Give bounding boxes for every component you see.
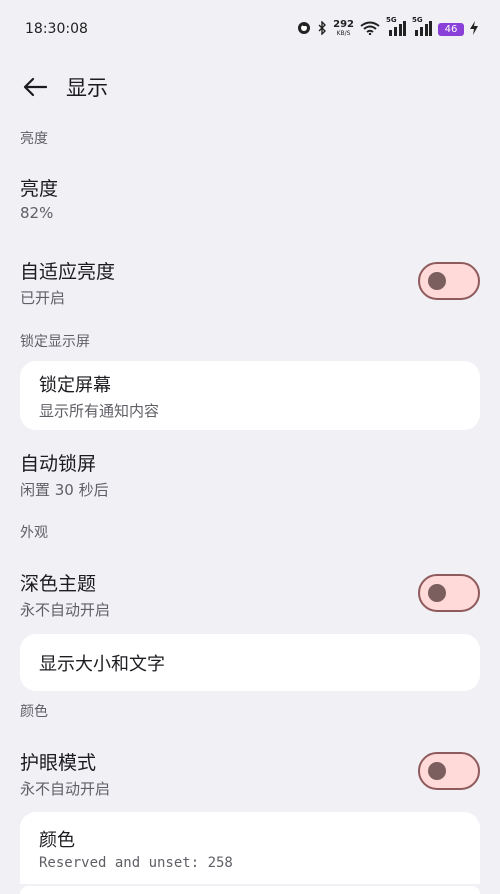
page-title: 显示 <box>66 76 108 100</box>
bluetooth-icon <box>317 19 327 38</box>
eye-care-summary: 永不自动开启 <box>20 780 111 798</box>
lock-screen-title: 锁定屏幕 <box>39 374 111 396</box>
arrow-back-icon <box>23 77 48 97</box>
adaptive-brightness-item[interactable]: 自适应亮度 已开启 <box>20 257 480 308</box>
color-summary: Reserved and unset: 258 <box>39 854 233 871</box>
charging-icon <box>470 20 478 38</box>
adaptive-brightness-title: 自适应亮度 <box>20 261 116 283</box>
switch-thumb <box>428 762 446 780</box>
eye-care-title: 护眼模式 <box>20 752 97 774</box>
back-button[interactable] <box>20 72 50 102</box>
next-card-edge <box>20 886 480 894</box>
lock-screen-summary: 显示所有通知内容 <box>39 401 160 420</box>
brightness-item[interactable]: 亮度 82% <box>20 174 480 222</box>
brightness-title: 亮度 <box>20 178 59 200</box>
toolbar: 显示 <box>0 62 500 112</box>
section-header-color: 颜色 <box>20 704 48 720</box>
signal-icon: 5G <box>386 16 406 39</box>
dark-theme-switch[interactable] <box>418 574 480 612</box>
section-header-brightness: 亮度 <box>20 131 48 147</box>
display-size-card[interactable]: 显示大小和文字 <box>20 634 480 691</box>
eye-care-item[interactable]: 护眼模式 永不自动开启 <box>20 748 480 799</box>
signal-icon-2: 5G <box>412 16 432 39</box>
wifi-icon <box>360 21 380 38</box>
color-card[interactable]: 颜色 Reserved and unset: 258 <box>20 812 480 884</box>
dark-theme-summary: 永不自动开启 <box>20 601 111 619</box>
vpn-icon <box>297 21 311 38</box>
status-time: 18:30:08 <box>25 21 88 37</box>
network-speed: 292 KB/S <box>333 19 354 38</box>
display-size-title: 显示大小和文字 <box>39 653 165 675</box>
color-title: 颜色 <box>39 829 75 851</box>
switch-thumb <box>428 272 446 290</box>
status-icons: 292 KB/S 5G 5G 46 <box>297 16 478 39</box>
status-bar: 18:30:08 292 KB/S 5G 5G 46 <box>0 0 500 58</box>
section-header-lock: 锁定显示屏 <box>20 334 90 350</box>
dark-theme-item[interactable]: 深色主题 永不自动开启 <box>20 569 480 620</box>
brightness-summary: 82% <box>20 204 54 222</box>
section-header-appearance: 外观 <box>20 525 48 541</box>
switch-thumb <box>428 584 446 602</box>
adaptive-brightness-switch[interactable] <box>418 262 480 300</box>
eye-care-switch[interactable] <box>418 752 480 790</box>
battery-icon: 46 <box>438 22 464 36</box>
adaptive-brightness-summary: 已开启 <box>20 289 66 307</box>
dark-theme-title: 深色主题 <box>20 573 97 595</box>
auto-lock-title: 自动锁屏 <box>20 453 97 475</box>
auto-lock-item[interactable]: 自动锁屏 闲置 30 秒后 <box>20 449 480 500</box>
lock-screen-card[interactable]: 锁定屏幕 显示所有通知内容 <box>20 361 480 430</box>
auto-lock-summary: 闲置 30 秒后 <box>20 481 109 499</box>
